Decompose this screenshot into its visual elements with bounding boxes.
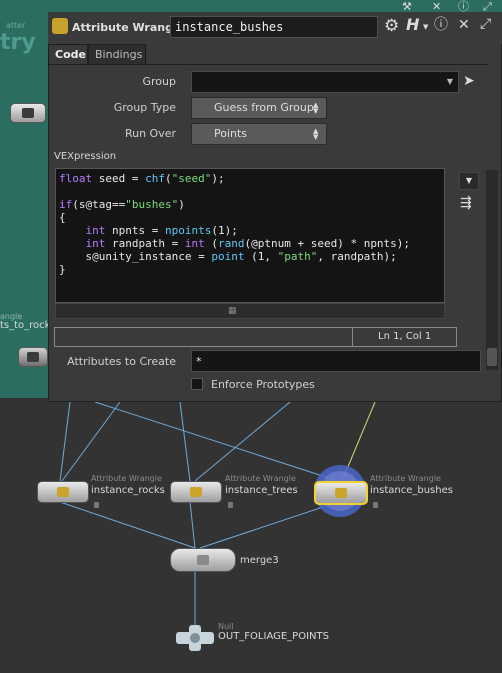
pane-vscrollbar[interactable] xyxy=(486,170,498,370)
create-spare-params-icon[interactable]: ⇶ xyxy=(460,196,472,210)
enforce-checkbox[interactable] xyxy=(191,378,203,390)
code-line[interactable]: s@unity_instance = point (1, "path", ran… xyxy=(59,250,444,263)
node-instance-trees-label: instance_trees xyxy=(225,485,298,496)
attributes-input[interactable] xyxy=(191,350,481,372)
code-line[interactable]: float seed = chf("seed"); xyxy=(59,172,444,185)
maximize-icon[interactable]: ⤢ xyxy=(480,17,491,31)
tab-bindings[interactable]: Bindings xyxy=(88,44,146,64)
lock-icon xyxy=(373,502,378,508)
null-node-icon xyxy=(176,625,214,651)
node-type-label: Attribute Wrangle xyxy=(72,21,185,34)
enforce-label: Enforce Prototypes xyxy=(211,378,315,391)
close-top-icon[interactable]: ✕ xyxy=(432,0,441,14)
tab-divider xyxy=(48,64,488,65)
maximize-top-icon[interactable]: ⤢ xyxy=(483,0,492,14)
code-line[interactable]: int npnts = npoints(1); xyxy=(59,224,444,237)
info-top-icon[interactable]: ⓘ xyxy=(458,0,469,14)
vexpression-label: VEXpression xyxy=(54,151,117,162)
code-line[interactable] xyxy=(59,185,444,198)
group-type-menu[interactable]: Guess from Group ▲ ▼ xyxy=(191,97,327,119)
wrangle-node-icon xyxy=(52,18,68,34)
group-type-label: Group Type xyxy=(113,101,176,114)
node-instance-rocks-label: instance_rocks xyxy=(91,485,165,496)
code-hscrollbar[interactable]: ▦ xyxy=(55,303,445,319)
scroll-grip-icon: ▦ xyxy=(228,306,237,316)
node-instance-bushes-type: Attribute Wrangle xyxy=(370,474,441,483)
node-instance-rocks-type: Attribute Wrangle xyxy=(91,474,162,483)
scroll-thumb[interactable] xyxy=(487,348,497,366)
cursor-position: Ln 1, Col 1 xyxy=(378,331,432,342)
code-line[interactable]: } xyxy=(59,263,444,276)
tool-icon[interactable]: ⚒ xyxy=(402,0,412,14)
expand-down-icon[interactable]: ▼ xyxy=(459,172,479,190)
node-merge3-label: merge3 xyxy=(240,555,279,566)
group-label: Group xyxy=(142,75,177,88)
tab-code[interactable]: Code xyxy=(48,44,88,64)
close-icon[interactable]: ✕ xyxy=(458,18,470,32)
status-divider xyxy=(352,328,353,346)
group-field[interactable]: ▼ xyxy=(191,71,459,93)
code-line[interactable]: { xyxy=(59,211,444,224)
code-status-bar: Ln 1, Col 1 xyxy=(54,327,457,347)
updown-arrow-icon: ▲ ▼ xyxy=(313,127,319,141)
code-line[interactable]: if(s@tag=="bushes") xyxy=(59,198,444,211)
help-h-icon[interactable]: H xyxy=(406,17,419,33)
info-icon[interactable]: ⓘ xyxy=(434,18,448,32)
attributes-label: Attributes to Create xyxy=(67,355,176,368)
node-instance-trees[interactable] xyxy=(170,481,222,503)
run-over-menu[interactable]: Points ▲ ▼ xyxy=(191,123,327,145)
gear-icon[interactable]: ⚙ xyxy=(384,18,399,35)
node-out-foliage-points[interactable] xyxy=(176,625,214,651)
node-merge3[interactable] xyxy=(170,548,236,572)
node-out-foliage-points-label: OUT_FOLIAGE_POINTS xyxy=(218,631,329,642)
dropdown-arrow-icon[interactable]: ▼ xyxy=(447,77,453,86)
lock-icon xyxy=(228,502,233,508)
node-instance-trees-type: Attribute Wrangle xyxy=(225,474,296,483)
node-instance-bushes-label: instance_bushes xyxy=(370,485,453,496)
node-instance-rocks[interactable] xyxy=(37,481,89,503)
vex-code-editor[interactable]: float seed = chf("seed"); if(s@tag=="bus… xyxy=(55,168,445,303)
lock-icon xyxy=(94,502,99,508)
select-arrow-icon[interactable]: ➤ xyxy=(463,74,475,88)
node-name-input[interactable] xyxy=(170,16,378,38)
run-over-label: Run Over xyxy=(124,127,176,140)
chevron-down-icon[interactable]: ▼ xyxy=(423,20,428,34)
updown-arrow-icon: ▲ ▼ xyxy=(313,101,319,115)
node-null-type: Null xyxy=(218,622,234,631)
code-line[interactable]: int randpath = int (rand(@ptnum + seed) … xyxy=(59,237,444,250)
node-instance-bushes[interactable] xyxy=(314,481,368,505)
parameter-header: Attribute Wrangle ⚙ H ▼ ⓘ ✕ ⤢ xyxy=(48,12,502,44)
